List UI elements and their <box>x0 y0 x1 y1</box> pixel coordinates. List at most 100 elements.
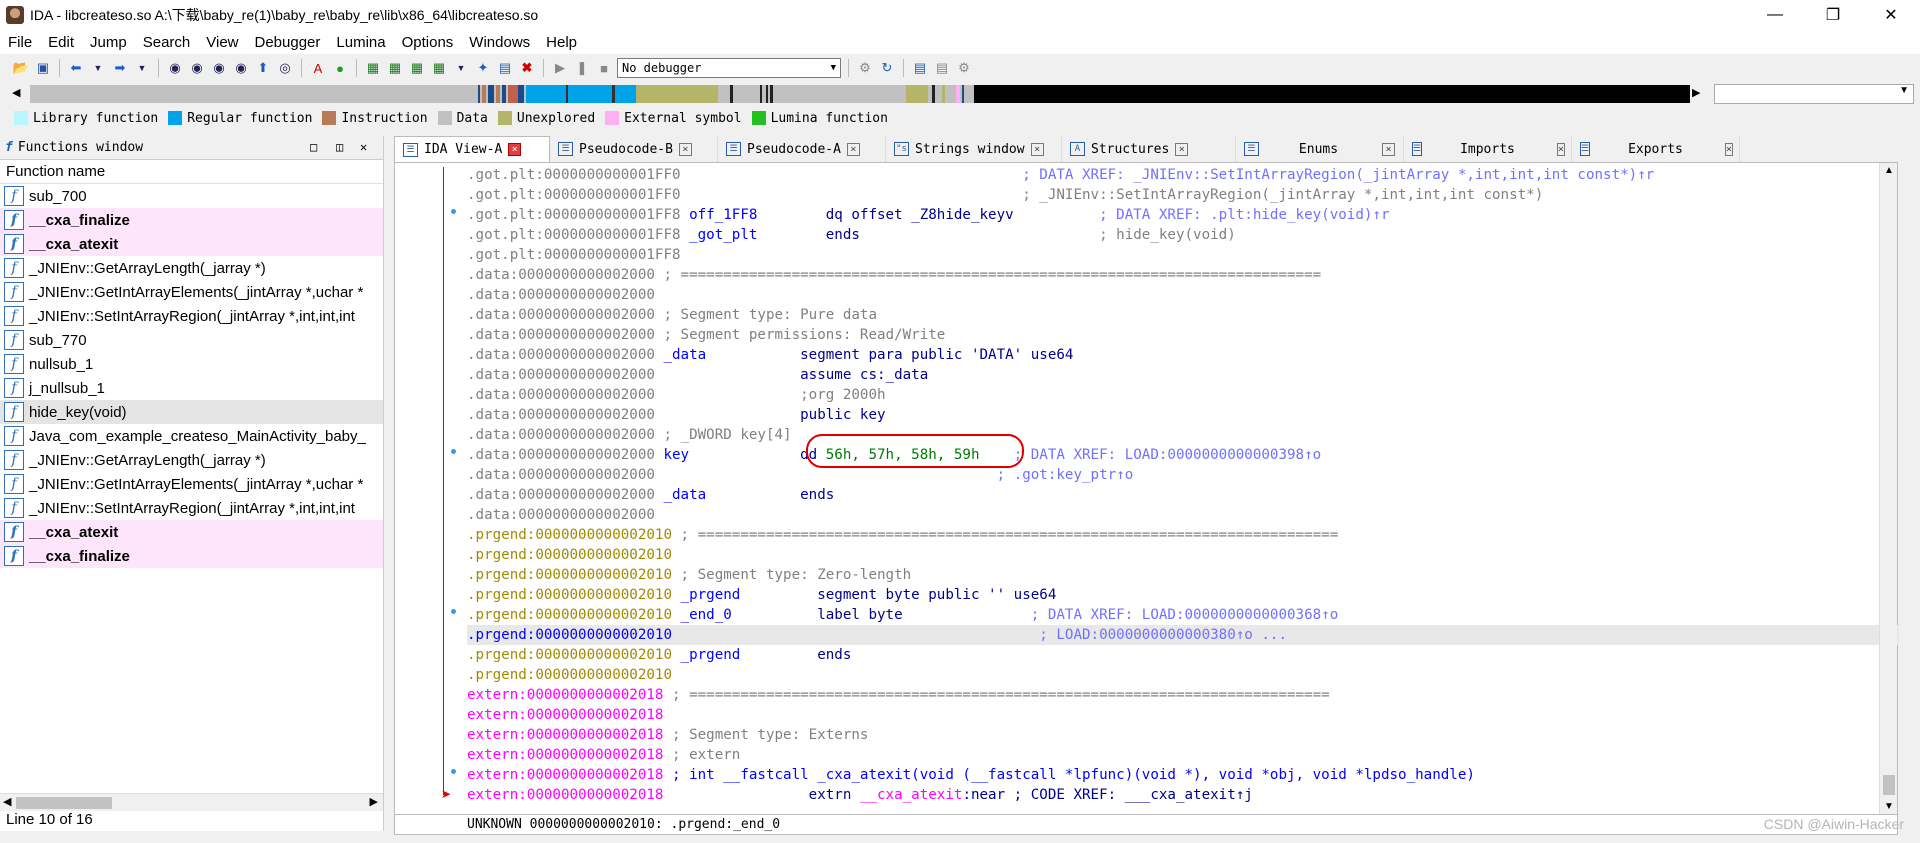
scrollbar-thumb[interactable] <box>1883 775 1895 795</box>
scroll-right-icon[interactable]: ▶ <box>370 795 378 808</box>
disasm-line[interactable]: .got.plt:0000000000001FF0 ; DATA XREF: _… <box>467 165 1899 185</box>
function-list-item[interactable]: f __cxa_atexit <box>0 232 383 256</box>
restore-icon[interactable]: ❐ <box>1804 0 1862 30</box>
pause-icon[interactable]: ❚ <box>573 59 591 77</box>
function-list-item[interactable]: f sub_700 <box>0 184 383 208</box>
disasm-line[interactable]: .prgend:0000000000002010 _prgend ends <box>467 645 1899 665</box>
disasm-line[interactable]: .data:0000000000002000 _data segment par… <box>467 345 1899 365</box>
disasm-line[interactable]: .prgend:0000000000002010 ; Segment type:… <box>467 565 1899 585</box>
function-list-item[interactable]: f __cxa_finalize <box>0 208 383 232</box>
tab-pseudocode-b[interactable]: ☰ Pseudocode-B × <box>550 136 718 162</box>
close-tab-icon[interactable]: × <box>678 142 692 156</box>
menu-help[interactable]: Help <box>538 34 585 51</box>
green-circle-icon[interactable]: ● <box>331 59 349 77</box>
disasm-line[interactable]: .data:0000000000002000 _data ends <box>467 485 1899 505</box>
maximize-panel-icon[interactable]: □ <box>310 140 317 154</box>
disasm-line[interactable]: .data:0000000000002000 ; Segment permiss… <box>467 325 1899 345</box>
scroll-down-icon[interactable]: ▼ <box>1884 801 1894 812</box>
disasm-line[interactable]: .data:0000000000002000 public key <box>467 405 1899 425</box>
disasm-line[interactable]: .got.plt:0000000000001FF0 ; _JNIEnv::Set… <box>467 185 1899 205</box>
scrollbar-thumb[interactable] <box>16 797 112 809</box>
jump-up-icon[interactable]: ⬆ <box>254 59 272 77</box>
scroll-up-icon[interactable]: ▲ <box>1884 165 1894 176</box>
menu-view[interactable]: View <box>198 34 246 51</box>
vertical-scrollbar[interactable]: ▲ ▼ <box>1879 163 1897 814</box>
patch-icon[interactable]: ▤ <box>496 59 514 77</box>
tracing-icon[interactable]: ▤ <box>933 59 951 77</box>
close-icon[interactable]: ✕ <box>1862 0 1920 30</box>
back-arrow-icon[interactable]: ⬅ <box>67 59 85 77</box>
function-list-item[interactable]: f _JNIEnv::GetArrayLength(_jarray *) <box>0 448 383 472</box>
debugger-select[interactable]: No debugger ▼ <box>617 58 841 78</box>
disasm-line[interactable]: .got.plt:0000000000001FF8 _got_plt ends … <box>467 225 1899 245</box>
disasm-line[interactable]: .prgend:0000000000002010 <box>467 545 1899 565</box>
menu-debugger[interactable]: Debugger <box>247 34 329 51</box>
function-list-item[interactable]: f j_nullsub_1 <box>0 376 383 400</box>
binoculars-bytes-icon[interactable]: ◉ <box>210 59 228 77</box>
function-list-item[interactable]: f Java_com_example_createso_MainActivity_… <box>0 424 383 448</box>
disassembly-listing[interactable]: .got.plt:0000000000001FF0 ; DATA XREF: _… <box>467 165 1899 805</box>
disasm-line[interactable]: extern:0000000000002018 <box>467 705 1899 725</box>
disasm-line[interactable]: .data:0000000000002000 <box>467 505 1899 525</box>
dropdown-arrow-icon[interactable]: ▼ <box>89 59 107 77</box>
tab-exports[interactable]: ☰ Exports × <box>1572 136 1740 162</box>
disasm-line[interactable]: .prgend:0000000000002010 _end_0 label by… <box>467 605 1899 625</box>
function-list-item[interactable]: f nullsub_1 <box>0 352 383 376</box>
disasm-line[interactable]: .data:0000000000002000 assume cs:_data <box>467 365 1899 385</box>
disasm-line[interactable]: .got.plt:0000000000001FF8 <box>467 245 1899 265</box>
breakpoint-dot[interactable] <box>451 609 456 614</box>
float-panel-icon[interactable]: ◫ <box>336 140 343 154</box>
scroll-left-icon[interactable]: ◀ <box>3 795 11 808</box>
data-icon[interactable]: ▦ <box>408 59 426 77</box>
breakpoint-dot[interactable] <box>451 449 456 454</box>
close-tab-icon[interactable]: × <box>1556 142 1565 156</box>
create-function-icon[interactable]: ▦ <box>364 59 382 77</box>
close-tab-icon[interactable]: × <box>508 143 522 156</box>
delete-icon[interactable]: ✖ <box>518 59 536 77</box>
disasm-line[interactable]: .got.plt:0000000000001FF8 off_1FF8 dq of… <box>467 205 1899 225</box>
nav-left-arrow-icon[interactable]: ◀ <box>12 86 20 99</box>
function-list-item[interactable]: f sub_770 <box>0 328 383 352</box>
nav-right-arrow-icon[interactable]: ▶ <box>1692 86 1700 99</box>
disasm-line[interactable]: .data:0000000000002000 ;org 2000h <box>467 385 1899 405</box>
disasm-line[interactable]: .data:0000000000002000 ; .got:key_ptr↑o <box>467 465 1899 485</box>
function-list-item[interactable]: f _JNIEnv::GetIntArrayElements(_jintArray… <box>0 280 383 304</box>
disasm-line[interactable]: extern:0000000000002018 ; extern <box>467 745 1899 765</box>
dropdown-arrow-icon[interactable]: ▼ <box>133 59 151 77</box>
disasm-line[interactable]: extern:0000000000002018 extrn __cxa_atex… <box>467 785 1899 805</box>
tab-strings-window[interactable]: "s Strings window × <box>886 136 1062 162</box>
disasm-line[interactable]: .data:0000000000002000 key dd 56h, 57h, … <box>467 445 1899 465</box>
function-list-item[interactable]: f _JNIEnv::GetIntArrayElements(_jintArray… <box>0 472 383 496</box>
disasm-line[interactable]: .prgend:0000000000002010 ; =============… <box>467 525 1899 545</box>
menu-lumina[interactable]: Lumina <box>328 34 393 51</box>
binoculars-text-icon[interactable]: ◉ <box>188 59 206 77</box>
function-list-item[interactable]: f hide_key(void) <box>0 400 383 424</box>
tab-pseudocode-a[interactable]: ☰ Pseudocode-A × <box>718 136 886 162</box>
function-list-item[interactable]: f _JNIEnv::GetArrayLength(_jarray *) <box>0 256 383 280</box>
disasm-line[interactable]: .data:0000000000002000 ; _DWORD key[4] <box>467 425 1899 445</box>
stop-icon[interactable]: ■ <box>595 59 613 77</box>
disasm-line[interactable]: .prgend:0000000000002010 <box>467 665 1899 685</box>
disasm-line[interactable]: .prgend:0000000000002010 ; LOAD:00000000… <box>467 625 1899 645</box>
close-tab-icon[interactable]: × <box>1175 142 1189 156</box>
breakpoint-dot[interactable] <box>451 209 456 214</box>
close-tab-icon[interactable]: × <box>1724 142 1733 156</box>
tab-structures[interactable]: A Structures × <box>1062 136 1236 162</box>
menu-windows[interactable]: Windows <box>461 34 538 51</box>
breakpoint-dot[interactable] <box>451 769 456 774</box>
function-list-item[interactable]: f _JNIEnv::SetIntArrayRegion(_jintArray *… <box>0 304 383 328</box>
close-tab-icon[interactable]: × <box>1030 142 1044 156</box>
forward-arrow-icon[interactable]: ➡ <box>111 59 129 77</box>
disasm-line[interactable]: extern:0000000000002018 ; int __fastcall… <box>467 765 1899 785</box>
menu-options[interactable]: Options <box>394 34 462 51</box>
nav-select[interactable]: ▼ <box>1714 84 1914 104</box>
function-list-item[interactable]: f __cxa_finalize <box>0 544 383 568</box>
binoculars-icon[interactable]: ◉ <box>166 59 184 77</box>
disasm-line[interactable]: extern:0000000000002018 ; Segment type: … <box>467 725 1899 745</box>
navigation-strip[interactable] <box>30 85 1690 103</box>
menu-jump[interactable]: Jump <box>82 34 135 51</box>
code-icon[interactable]: ▦ <box>386 59 404 77</box>
function-name-column-header[interactable]: Function name <box>0 160 383 184</box>
disasm-line[interactable]: extern:0000000000002018 ; ==============… <box>467 685 1899 705</box>
disasm-line[interactable]: .data:0000000000002000 ; ===============… <box>467 265 1899 285</box>
